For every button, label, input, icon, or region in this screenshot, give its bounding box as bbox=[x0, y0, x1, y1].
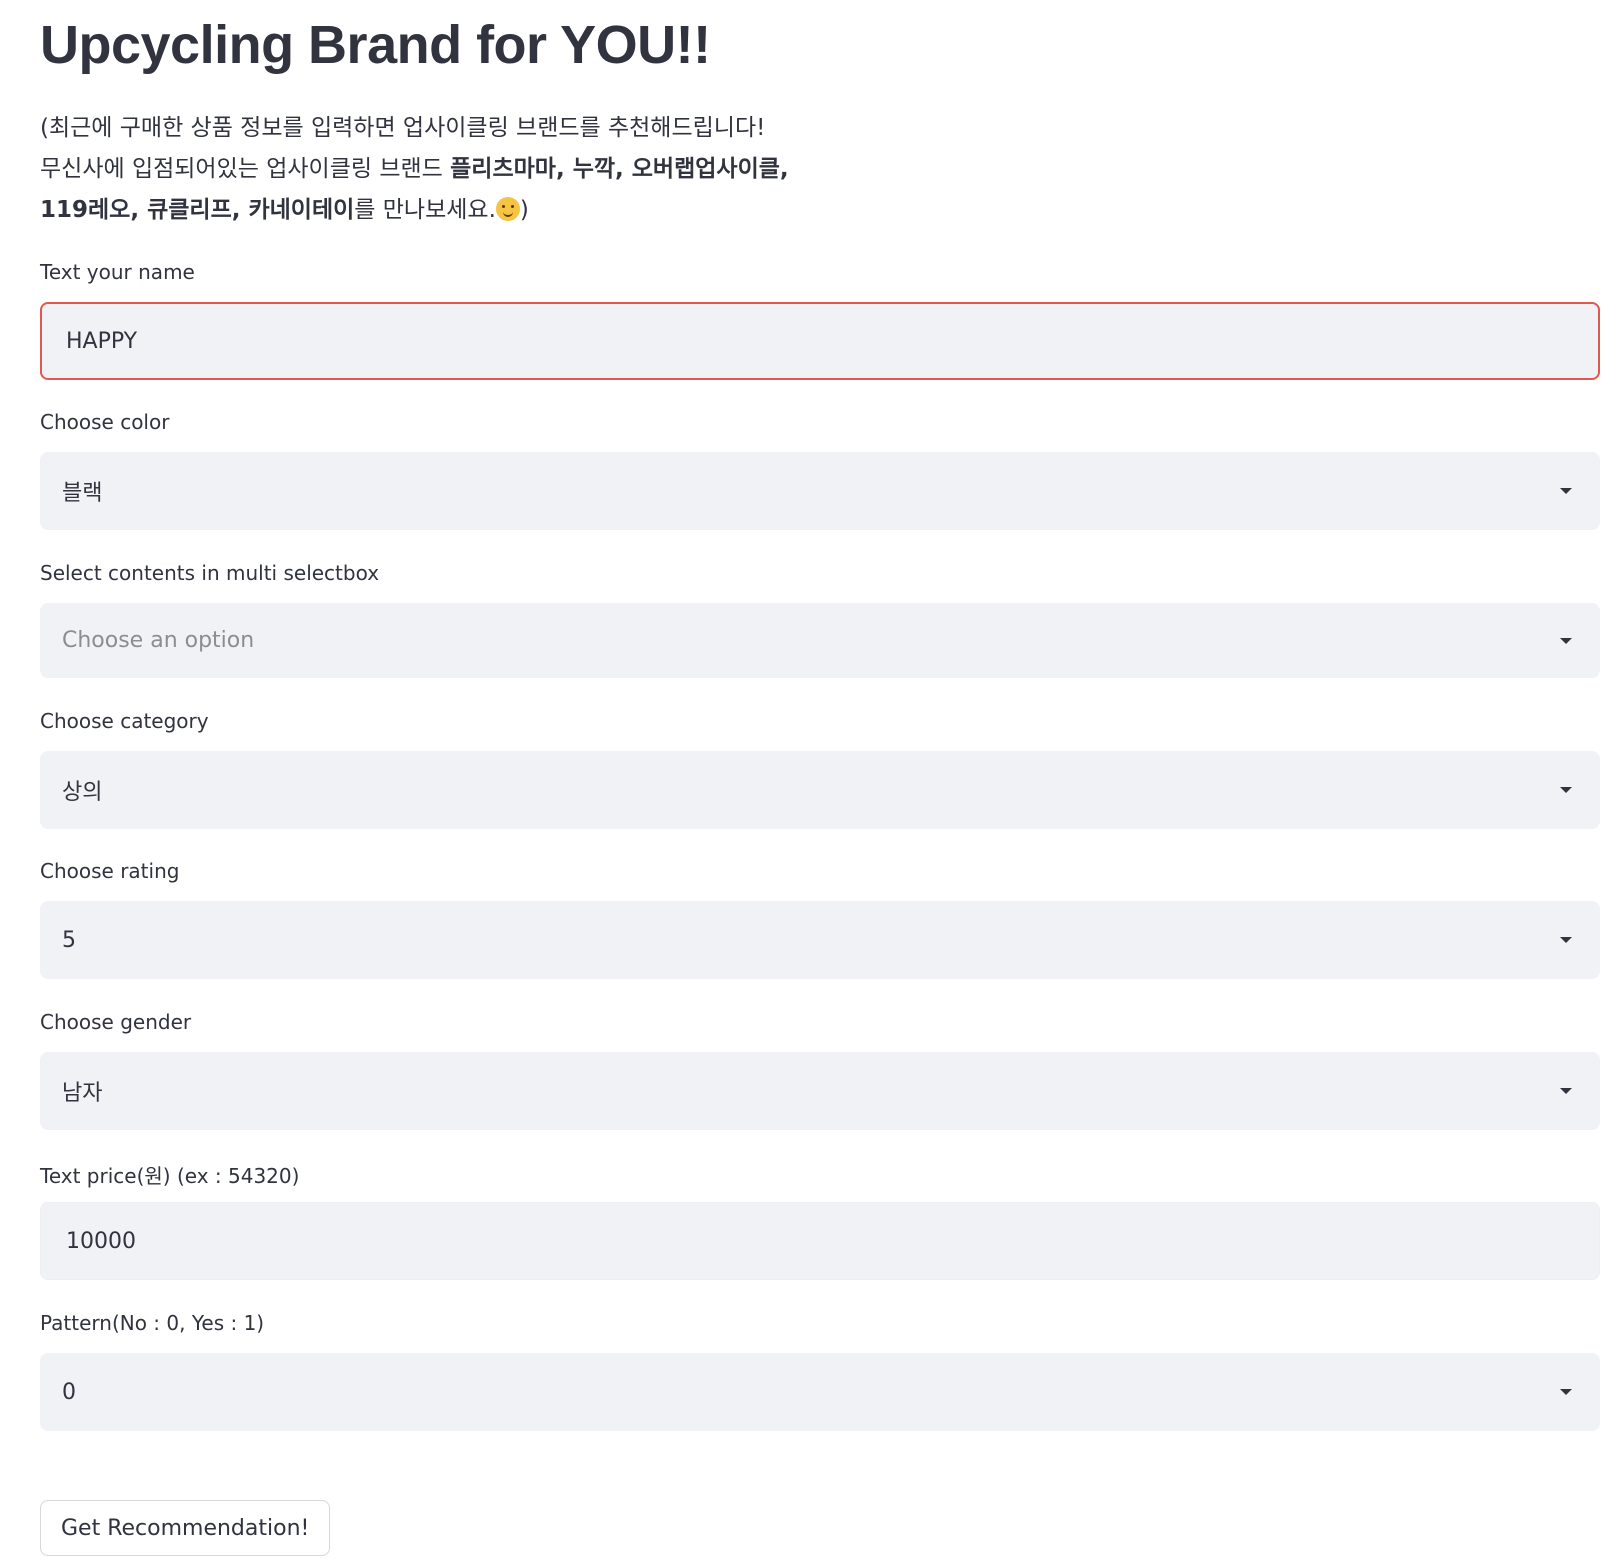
gender-select[interactable]: 남자 bbox=[40, 1052, 1600, 1130]
multiselect-label: Select contents in multi selectbox bbox=[40, 561, 380, 585]
intro-line-3-suffix: 를 만나보세요. bbox=[354, 197, 496, 223]
brand-nukak: 누깍 bbox=[572, 156, 616, 182]
intro-text: (최근에 구매한 상품 정보를 입력하면 업사이클링 브랜드를 추천해드립니다!… bbox=[40, 108, 1540, 231]
separator: , bbox=[555, 156, 573, 182]
brand-overlap-upcycle: 오버랩업사이클 bbox=[631, 156, 780, 182]
chevron-down-icon bbox=[1560, 787, 1572, 793]
get-recommendation-button[interactable]: Get Recommendation! bbox=[40, 1500, 331, 1556]
intro-line-2-prefix: 무신사에 입점되어있는 업사이클링 브랜드 bbox=[40, 156, 451, 182]
rating-select[interactable]: 5 bbox=[40, 901, 1600, 979]
rating-select-value: 5 bbox=[62, 927, 76, 953]
pattern-select[interactable]: 0 bbox=[40, 1353, 1600, 1431]
color-select[interactable]: 블랙 bbox=[40, 452, 1600, 530]
category-select[interactable]: 상의 bbox=[40, 751, 1600, 829]
color-select-value: 블랙 bbox=[62, 481, 103, 506]
chevron-down-icon bbox=[1560, 488, 1572, 494]
intro-line-3: 119레오, 큐클리프, 카네이테이를 만나보세요.) bbox=[40, 190, 1540, 231]
gender-select-value: 남자 bbox=[62, 1081, 103, 1106]
page-title: Upcycling Brand for YOU!! bbox=[40, 15, 711, 75]
price-input[interactable]: 10000 bbox=[40, 1202, 1600, 1280]
chevron-down-icon bbox=[1560, 937, 1572, 943]
price-input-value: 10000 bbox=[66, 1228, 136, 1254]
pattern-label: Pattern(No : 0, Yes : 1) bbox=[40, 1311, 265, 1335]
brand-cueclyp: 큐클리프 bbox=[147, 197, 232, 223]
separator: , bbox=[130, 197, 148, 223]
intro-closing: ) bbox=[519, 197, 529, 223]
gender-label: Choose gender bbox=[40, 1010, 192, 1034]
brand-119reo: 119레오 bbox=[40, 197, 131, 223]
price-label: Text price(원) (ex : 54320) bbox=[40, 1164, 300, 1188]
chevron-down-icon bbox=[1560, 637, 1572, 644]
contents-multiselect[interactable]: Choose an option bbox=[40, 603, 1600, 678]
category-select-value: 상의 bbox=[62, 780, 103, 805]
separator: , bbox=[615, 156, 632, 182]
name-label: Text your name bbox=[40, 260, 195, 284]
chevron-down-icon bbox=[1560, 1389, 1572, 1395]
hugging-face-icon bbox=[495, 197, 520, 221]
name-input-value: HAPPY bbox=[66, 328, 138, 354]
brand-pleatsmama: 플리츠마마 bbox=[450, 156, 556, 182]
separator: , bbox=[231, 197, 249, 223]
brand-kaneitei: 카네이테이 bbox=[248, 197, 355, 223]
rating-label: Choose rating bbox=[40, 859, 180, 883]
category-label: Choose category bbox=[40, 709, 209, 733]
name-input[interactable]: HAPPY bbox=[40, 302, 1600, 380]
pattern-select-value: 0 bbox=[62, 1379, 76, 1405]
color-label: Choose color bbox=[40, 410, 170, 434]
separator: , bbox=[779, 156, 789, 182]
intro-line-2: 무신사에 입점되어있는 업사이클링 브랜드 플리츠마마, 누깍, 오버랩업사이클… bbox=[40, 149, 1540, 190]
chevron-down-icon bbox=[1560, 1088, 1572, 1094]
intro-line-1: (최근에 구매한 상품 정보를 입력하면 업사이클링 브랜드를 추천해드립니다! bbox=[40, 115, 766, 141]
multiselect-placeholder: Choose an option bbox=[62, 628, 255, 653]
